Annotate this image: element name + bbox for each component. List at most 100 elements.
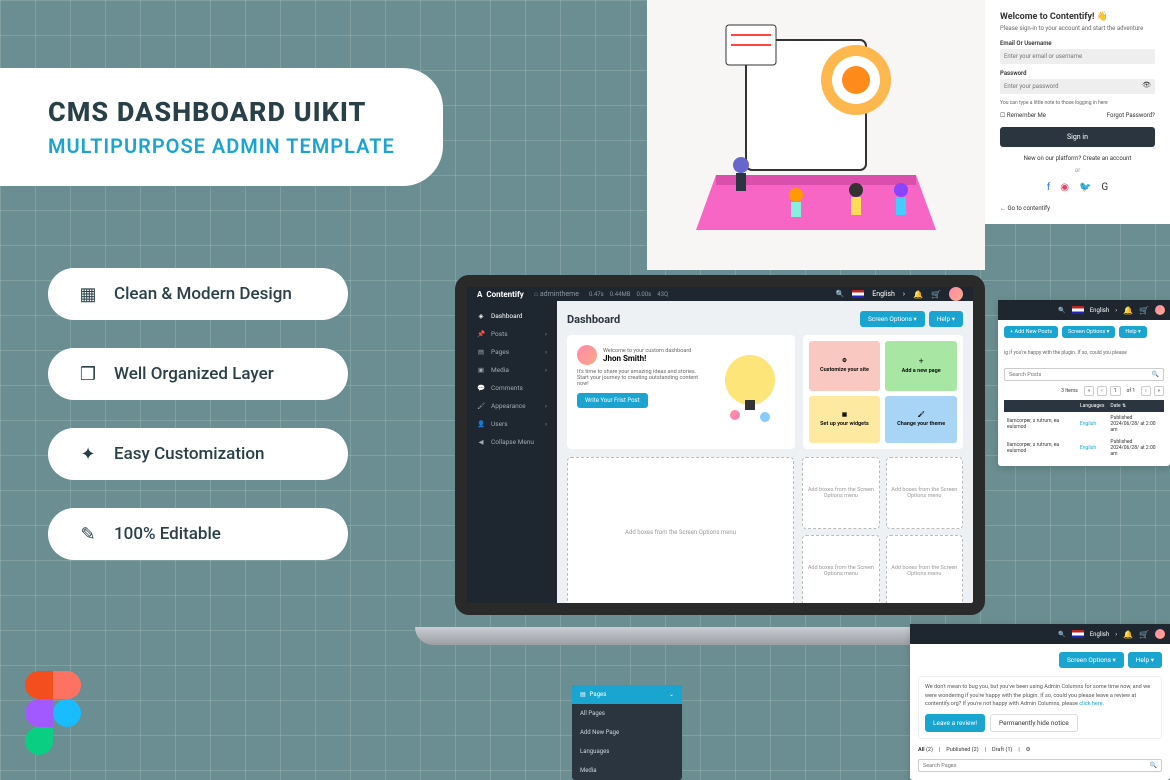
sidebar-item-users[interactable]: 👤Users› <box>467 415 557 433</box>
last-page[interactable]: » <box>1154 386 1164 396</box>
empty-box-large[interactable]: Add boxes from the Screen Options menu <box>567 457 794 607</box>
facebook-icon[interactable]: f <box>1047 182 1050 193</box>
tile-theme[interactable]: 🖌Change your theme <box>885 396 957 444</box>
signin-button[interactable]: Sign in <box>1000 127 1155 147</box>
instagram-icon[interactable]: ◉ <box>1060 182 1069 193</box>
site-link[interactable]: admintheme <box>540 290 579 298</box>
avatar[interactable] <box>1155 305 1165 315</box>
twitter-icon[interactable]: 🐦 <box>1079 182 1091 193</box>
edit-icon: ✎ <box>76 522 100 546</box>
gear-icon[interactable]: ⚙ <box>1026 747 1031 753</box>
or-divider: or <box>1000 167 1155 174</box>
google-icon[interactable]: G <box>1101 182 1108 193</box>
avatar[interactable] <box>1155 629 1165 639</box>
search-icon[interactable]: 🔍 <box>1152 371 1159 378</box>
posts-panel: 🔍 English › 🔔 🛒 + Add New Posts Screen Op… <box>998 300 1170 466</box>
feature-label: Easy Customization <box>114 444 264 464</box>
help-button[interactable]: Help ▾ <box>1128 652 1162 668</box>
dropdown-header[interactable]: ▤Pages⌄ <box>572 685 682 704</box>
screen-options-button[interactable]: Screen Options ▾ <box>860 311 925 327</box>
screen-options-button[interactable]: Screen Options ▾ <box>1059 652 1124 668</box>
feature-label: Clean & Modern Design <box>114 284 292 304</box>
empty-box[interactable]: Add boxes from the Screen Options menu <box>886 535 963 607</box>
user-icon: 👤 <box>477 420 485 428</box>
tile-widgets[interactable]: ▦Set up your widgets <box>809 396 881 444</box>
lang-select[interactable]: English <box>1090 631 1109 638</box>
sidebar-item-comments[interactable]: 💬Comments <box>467 379 557 397</box>
write-post-button[interactable]: Write Your Frist Post <box>577 393 648 408</box>
hero-subtitle: MULTIPURPOSE ADMIN TEMPLATE <box>48 134 395 158</box>
cell-lang[interactable]: English <box>1077 436 1108 460</box>
empty-box[interactable]: Add boxes from the Screen Options menu <box>886 457 963 529</box>
pages-panel: 🔍 English› 🔔 🛒 Screen Options ▾ Help ▾ W… <box>910 624 1170 780</box>
page-icon: ▤ <box>477 348 485 356</box>
chevron-right-icon: › <box>545 420 547 428</box>
bell-icon[interactable]: 🔔 <box>1123 629 1133 639</box>
hide-notice-button[interactable]: Permanently hide notice <box>990 714 1078 732</box>
search-posts[interactable]: 🔍 <box>1004 368 1164 381</box>
cell-lang[interactable]: English <box>1077 412 1108 436</box>
sidebar-item-appearance[interactable]: 🖌Appearance› <box>467 397 557 415</box>
prev-page[interactable]: ‹ <box>1097 386 1107 396</box>
forgot-link[interactable]: Forgot Password? <box>1107 112 1155 119</box>
password-input[interactable] <box>1000 79 1155 94</box>
search-icon[interactable]: 🔍 <box>836 290 845 298</box>
chevron-right-icon: › <box>545 348 547 356</box>
help-button[interactable]: Help ▾ <box>929 311 963 327</box>
sidebar-item-posts[interactable]: 📌Posts› <box>467 325 557 343</box>
avatar[interactable] <box>949 287 963 301</box>
search-icon[interactable]: 🔍 <box>1058 307 1065 314</box>
page-num[interactable]: 1 <box>1110 386 1121 396</box>
stat: 0.44MB <box>610 291 631 298</box>
leave-review-button[interactable]: Leave a review! <box>925 714 985 732</box>
magic-icon: ✦ <box>76 442 100 466</box>
cart-icon[interactable]: 🛒 <box>1139 629 1149 639</box>
back-link[interactable]: ← Go to contentify <box>1000 205 1155 212</box>
sidebar: ◈Dashboard 📌Posts› ▤Pages› ▣Media› 💬Comm… <box>467 301 557 615</box>
lang-select[interactable]: English <box>1090 307 1109 314</box>
bell-icon[interactable]: 🔔 <box>1123 305 1133 315</box>
cart-icon[interactable]: 🛒 <box>931 289 941 299</box>
create-account-link[interactable]: New on our platform? Create an account <box>1000 155 1155 162</box>
screen-options-button[interactable]: Screen Options ▾ <box>1062 326 1115 338</box>
bell-icon[interactable]: 🔔 <box>913 289 923 299</box>
next-page[interactable]: › <box>1141 386 1151 396</box>
col-lang[interactable]: Languages <box>1077 400 1108 412</box>
topbar: AContentify ⌂ admintheme 0.47s 0.44MB 0.… <box>467 287 973 301</box>
feature-label: Well Organized Layer <box>114 364 274 384</box>
flag-icon <box>1072 306 1084 314</box>
click-here-link[interactable]: click here <box>1079 701 1102 707</box>
filter-draft[interactable]: Draft (1) <box>992 747 1012 753</box>
empty-box[interactable]: Add boxes from the Screen Options menu <box>802 457 879 529</box>
sidebar-item-pages[interactable]: ▤Pages› <box>467 343 557 361</box>
first-page[interactable]: « <box>1084 386 1094 396</box>
review-note: ig if you're happy with the plugin. If s… <box>1004 344 1164 362</box>
dropdown-item[interactable]: All Pages <box>572 704 682 723</box>
sidebar-collapse[interactable]: ◀Collapse Menu <box>467 433 557 451</box>
cart-icon[interactable]: 🛒 <box>1139 305 1149 315</box>
chevron-right-icon: › <box>545 330 547 338</box>
add-posts-button[interactable]: + Add New Posts <box>1004 326 1058 338</box>
search-pages[interactable]: 🔍 <box>918 759 1162 772</box>
email-input[interactable] <box>1000 49 1155 64</box>
page-title: Dashboard <box>567 313 620 326</box>
help-button[interactable]: Help ▾ <box>1119 326 1146 338</box>
search-icon[interactable]: 🔍 <box>1058 631 1065 638</box>
tile-add-page[interactable]: ＋Add a new page <box>885 341 957 391</box>
sidebar-item-media[interactable]: ▣Media› <box>467 361 557 379</box>
dropdown-item[interactable]: Media <box>572 761 682 780</box>
lang-select[interactable]: English <box>872 290 895 298</box>
search-icon[interactable]: 🔍 <box>1150 762 1157 769</box>
flag-icon <box>1072 630 1084 638</box>
chevron-right-icon: › <box>545 402 547 410</box>
sidebar-item-dashboard[interactable]: ◈Dashboard <box>467 307 557 325</box>
dropdown-item[interactable]: Add New Page <box>572 723 682 742</box>
filter-all[interactable]: All (2) <box>918 747 933 753</box>
empty-box[interactable]: Add boxes from the Screen Options menu <box>802 535 879 607</box>
remember-checkbox[interactable]: ☐ Remember Me <box>1000 112 1046 119</box>
tile-customize[interactable]: ⚙Customize your site <box>809 341 881 391</box>
dropdown-item[interactable]: Languages <box>572 742 682 761</box>
eye-icon[interactable]: 👁 <box>1142 81 1151 89</box>
filter-published[interactable]: Published (2) <box>946 747 978 753</box>
col-date[interactable]: Date ⇅ <box>1107 400 1164 412</box>
